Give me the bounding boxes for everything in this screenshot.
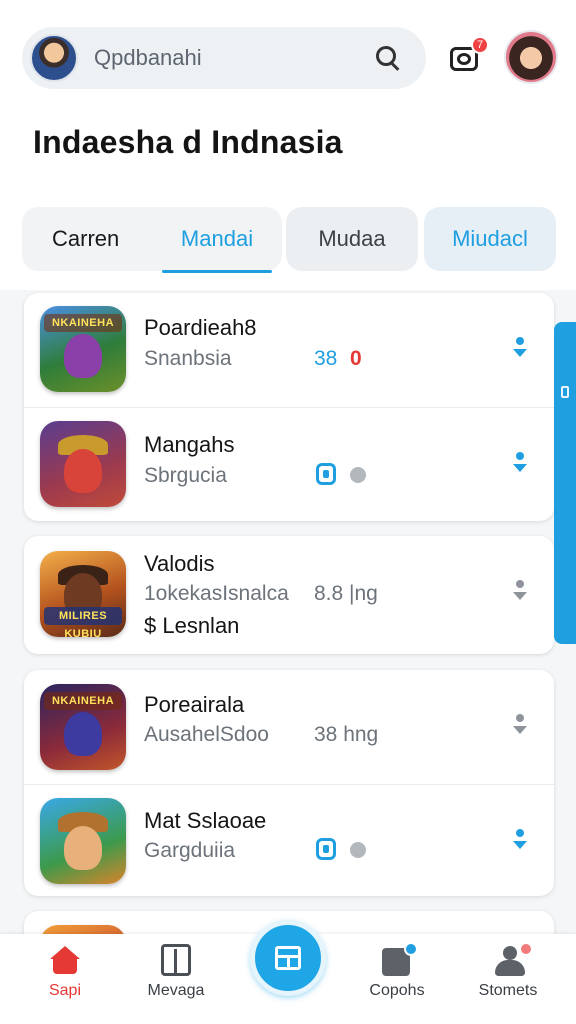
app-subtitle: Gargduiia <box>144 839 236 862</box>
game-character-icon <box>64 449 102 493</box>
tab-miudacl[interactable]: Miudacl <box>424 207 556 271</box>
app-stat: 8.8 |ng <box>314 582 378 605</box>
app-price: $ Lesnlan <box>144 613 240 638</box>
app-name: Mangahs <box>144 432 235 457</box>
nav-label: Mevaga <box>147 982 205 999</box>
app-subtitle: AusahelSdoo <box>144 723 269 746</box>
notification-badge: 7 <box>471 36 489 54</box>
app-subtitle: Snanbsia <box>144 347 232 370</box>
list-item[interactable]: NKAINEHA Poardieah8 Snanbsia 38 0 <box>24 293 554 407</box>
nav-item-stomets[interactable]: Stomets <box>453 934 563 1024</box>
camera-button[interactable]: 7 <box>447 36 489 76</box>
list-item[interactable]: NKAINEHA Poreairala AusahelSdoo 38 hng <box>24 670 554 784</box>
app-card: NKAINEHA Poardieah8 Snanbsia 38 0 Mangah… <box>24 293 554 521</box>
app-icon-banner: MILIRES KUBIU <box>44 607 122 637</box>
app-subtitle: Sbrgucia <box>144 464 227 487</box>
more-options-icon[interactable] <box>510 829 530 859</box>
page-title: Indaesha d Indnasia <box>33 124 343 160</box>
camera-lens-icon <box>457 53 471 65</box>
app-icon[interactable]: MILIRES KUBIU <box>40 551 126 637</box>
notification-badge <box>404 942 418 956</box>
side-drawer-handle[interactable] <box>554 322 576 644</box>
side-handle-icon <box>561 386 569 398</box>
game-character-icon <box>64 334 102 378</box>
app-subtitle: 1okekasIsnalca <box>144 582 289 605</box>
box-icon <box>161 944 191 976</box>
search-icon[interactable] <box>368 38 408 78</box>
center-action-button[interactable] <box>250 920 326 996</box>
app-stat: 38 <box>314 347 338 370</box>
app-card: NKAINEHA Poreairala AusahelSdoo 38 hng M… <box>24 670 554 896</box>
home-icon <box>50 946 80 974</box>
app-name: Mat Sslaoae <box>144 808 267 833</box>
app-stat-alert: 0 <box>350 347 362 370</box>
list-item[interactable]: Mat Sslaoae Gargduiia <box>24 785 554 896</box>
more-options-icon[interactable] <box>510 580 530 610</box>
app-name: Poardieah8 <box>144 315 257 340</box>
app-icon-banner: NKAINEHA <box>44 314 122 332</box>
game-character-icon <box>64 712 102 756</box>
download-icon[interactable] <box>316 463 336 485</box>
tab-bar: Carren Mandai Mudaa Miudacl <box>22 207 556 273</box>
more-options-icon[interactable] <box>510 337 530 367</box>
nav-label: Stomets <box>478 982 538 999</box>
tab-mudaa[interactable]: Mudaa <box>286 207 418 271</box>
more-options-icon[interactable] <box>510 452 530 482</box>
profile-avatar[interactable] <box>504 30 558 84</box>
list-item[interactable]: Mangahs Sbrgucia <box>24 408 554 521</box>
layout-icon <box>275 946 301 970</box>
status-dot-icon <box>350 467 366 483</box>
search-input[interactable]: Qpdbanahi <box>94 45 368 71</box>
download-icon[interactable] <box>316 838 336 860</box>
nav-label: Copohs <box>369 982 425 999</box>
search-bar[interactable]: Qpdbanahi <box>22 27 426 89</box>
list-item[interactable]: MILIRES KUBIU Valodis 1okekasIsnalca 8.8… <box>24 536 554 654</box>
avatar[interactable] <box>30 34 78 82</box>
app-icon[interactable] <box>40 798 126 884</box>
more-options-icon[interactable] <box>510 714 530 744</box>
app-stat: 38 hng <box>314 723 379 746</box>
app-icon[interactable] <box>40 421 126 507</box>
app-name: Poreairala <box>144 692 245 717</box>
app-icon[interactable]: NKAINEHA <box>40 684 126 770</box>
nav-label: Sapi <box>48 982 82 999</box>
notification-badge <box>519 942 533 956</box>
status-dot-icon <box>350 842 366 858</box>
nav-item-mevaga[interactable]: Mevaga <box>121 934 231 1024</box>
tab-mandai[interactable]: Mandai <box>156 207 278 273</box>
game-character-icon <box>64 826 102 870</box>
app-icon-banner: NKAINEHA <box>44 692 122 710</box>
app-name: Valodis <box>144 551 215 576</box>
nav-item-sapi[interactable]: Sapi <box>10 934 120 1024</box>
app-icon[interactable]: NKAINEHA <box>40 306 126 392</box>
nav-item-copohs[interactable]: Copohs <box>342 934 452 1024</box>
app-card: MILIRES KUBIU Valodis 1okekasIsnalca 8.8… <box>24 536 554 654</box>
